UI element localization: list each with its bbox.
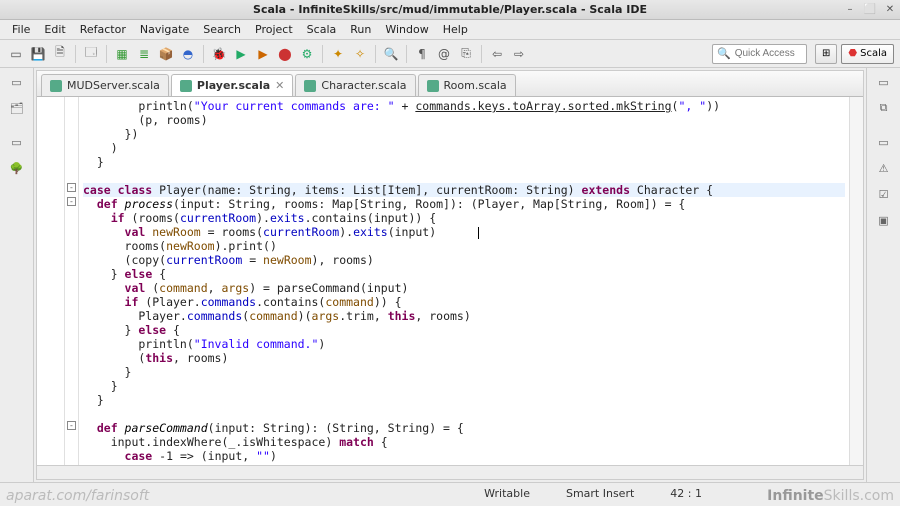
current-line: case class Player(name: String, items: L… bbox=[83, 183, 845, 197]
perspective-icon: ⊞ bbox=[822, 48, 830, 59]
separator bbox=[203, 45, 204, 63]
tab-character[interactable]: Character.scala bbox=[295, 74, 415, 96]
tab-label: MUDServer.scala bbox=[67, 79, 160, 92]
folding-column[interactable]: - - - bbox=[65, 97, 79, 465]
close-icon[interactable]: ✕ bbox=[884, 4, 896, 16]
restore-view-icon[interactable]: ▭ bbox=[876, 74, 892, 90]
maximize-icon[interactable]: ⬜ bbox=[864, 4, 876, 16]
menu-navigate[interactable]: Navigate bbox=[134, 21, 195, 38]
quick-access[interactable]: 🔍 bbox=[712, 44, 807, 64]
left-trim: ▭ 🗂 ▭ 🌳 bbox=[0, 68, 34, 482]
open-perspective-button[interactable]: ⊞ bbox=[815, 44, 837, 64]
code-area[interactable]: - - - println("Your current commands are… bbox=[37, 97, 863, 465]
search-button[interactable]: 🔍 bbox=[381, 44, 401, 64]
new-package-button[interactable]: 📦 bbox=[156, 44, 176, 64]
separator bbox=[406, 45, 407, 63]
build-button[interactable]: ▦ bbox=[112, 44, 132, 64]
menu-scala[interactable]: Scala bbox=[301, 21, 343, 38]
code-text[interactable]: println("Your current commands are: " + … bbox=[79, 97, 849, 465]
package-explorer-icon[interactable]: 🗂 bbox=[9, 100, 25, 116]
restore-view2-icon[interactable]: ▭ bbox=[9, 134, 25, 150]
menu-help[interactable]: Help bbox=[437, 21, 474, 38]
toggle-button[interactable]: 🗔 bbox=[81, 44, 101, 64]
restore-view-icon[interactable]: ▭ bbox=[9, 74, 25, 90]
scala-file-icon bbox=[50, 80, 62, 92]
separator bbox=[75, 45, 76, 63]
tab-player[interactable]: Player.scala ✕ bbox=[171, 74, 294, 96]
forward-button[interactable]: ⇨ bbox=[509, 44, 529, 64]
save-button[interactable]: 💾 bbox=[28, 44, 48, 64]
menu-window[interactable]: Window bbox=[379, 21, 434, 38]
tab-room[interactable]: Room.scala bbox=[418, 74, 516, 96]
status-bar: Writable Smart Insert 42 : 1 bbox=[0, 482, 900, 504]
menu-bar: File Edit Refactor Navigate Search Proje… bbox=[0, 20, 900, 40]
save-all-button[interactable]: 🗎 bbox=[50, 44, 70, 64]
scala-file-icon bbox=[304, 80, 316, 92]
scala-file-icon bbox=[180, 80, 192, 92]
tab-mudserver[interactable]: MUDServer.scala bbox=[41, 74, 169, 96]
tab-label: Room.scala bbox=[444, 79, 507, 92]
overview-ruler[interactable] bbox=[849, 97, 863, 465]
problems-icon[interactable]: ⚠ bbox=[876, 160, 892, 176]
annotation-button[interactable]: @ bbox=[434, 44, 454, 64]
menu-project[interactable]: Project bbox=[249, 21, 299, 38]
window-title: Scala - InfiniteSkills/src/mud/immutable… bbox=[253, 3, 647, 16]
separator bbox=[322, 45, 323, 63]
status-writable: Writable bbox=[466, 487, 548, 500]
work-area: ▭ 🗂 ▭ 🌳 MUDServer.scala Player.scala ✕ C… bbox=[0, 68, 900, 482]
debug-button[interactable]: 🐞 bbox=[209, 44, 229, 64]
new-class-button[interactable]: ≣ bbox=[134, 44, 154, 64]
status-cursor-position: 42 : 1 bbox=[652, 487, 720, 500]
tasks-icon[interactable]: ☑ bbox=[876, 186, 892, 202]
marker-bar[interactable] bbox=[37, 97, 65, 465]
minimize-icon[interactable]: – bbox=[844, 4, 856, 16]
new-file-button[interactable]: ✧ bbox=[350, 44, 370, 64]
fold-toggle-icon[interactable]: - bbox=[67, 197, 76, 206]
new-project-button[interactable]: ✦ bbox=[328, 44, 348, 64]
menu-search[interactable]: Search bbox=[197, 21, 247, 38]
tab-label: Player.scala bbox=[197, 79, 270, 92]
format-button[interactable]: ¶ bbox=[412, 44, 432, 64]
outline-icon[interactable]: ⧉ bbox=[876, 100, 892, 116]
quick-access-input[interactable] bbox=[735, 48, 802, 59]
coverage-button[interactable]: ⬤ bbox=[275, 44, 295, 64]
menu-run[interactable]: Run bbox=[344, 21, 377, 38]
back-button[interactable]: ⇦ bbox=[487, 44, 507, 64]
run-button[interactable]: ▶ bbox=[231, 44, 251, 64]
horizontal-scrollbar[interactable] bbox=[37, 465, 863, 479]
fold-toggle-icon[interactable]: - bbox=[67, 183, 76, 192]
status-insert-mode: Smart Insert bbox=[548, 487, 652, 500]
toolbar: ▭ 💾 🗎 🗔 ▦ ≣ 📦 ◓ 🐞 ▶ ▶ ⬤ ⚙ ✦ ✧ 🔍 ¶ @ ⎘ ⇦ … bbox=[0, 40, 900, 68]
separator bbox=[106, 45, 107, 63]
search-icon: 🔍 bbox=[717, 47, 731, 60]
outline-tree-icon[interactable]: 🌳 bbox=[9, 160, 25, 176]
close-tab-icon[interactable]: ✕ bbox=[275, 79, 284, 92]
right-trim: ▭ ⧉ ▭ ⚠ ☑ ▣ bbox=[866, 68, 900, 482]
run-last-button[interactable]: ▶ bbox=[253, 44, 273, 64]
external-tools-button[interactable]: ⚙ bbox=[297, 44, 317, 64]
menu-edit[interactable]: Edit bbox=[38, 21, 71, 38]
restore-view2-icon[interactable]: ▭ bbox=[876, 134, 892, 150]
console-icon[interactable]: ▣ bbox=[876, 212, 892, 228]
editor-pane: MUDServer.scala Player.scala ✕ Character… bbox=[36, 70, 864, 480]
window-titlebar: Scala - InfiniteSkills/src/mud/immutable… bbox=[0, 0, 900, 20]
tab-label: Character.scala bbox=[321, 79, 406, 92]
menu-refactor[interactable]: Refactor bbox=[74, 21, 132, 38]
editor-tabs: MUDServer.scala Player.scala ✕ Character… bbox=[37, 71, 863, 97]
scala-perspective-button[interactable]: ⬣Scala bbox=[841, 44, 894, 64]
open-type-button[interactable]: ◓ bbox=[178, 44, 198, 64]
fold-toggle-icon[interactable]: - bbox=[67, 421, 76, 430]
separator bbox=[375, 45, 376, 63]
scala-icon: ⬣ bbox=[848, 48, 857, 59]
toggle-mark-button[interactable]: ⎘ bbox=[456, 44, 476, 64]
scala-perspective-label: Scala bbox=[860, 48, 887, 59]
menu-file[interactable]: File bbox=[6, 21, 36, 38]
text-cursor-icon bbox=[478, 227, 479, 239]
new-button[interactable]: ▭ bbox=[6, 44, 26, 64]
separator bbox=[481, 45, 482, 63]
scala-file-icon bbox=[427, 80, 439, 92]
